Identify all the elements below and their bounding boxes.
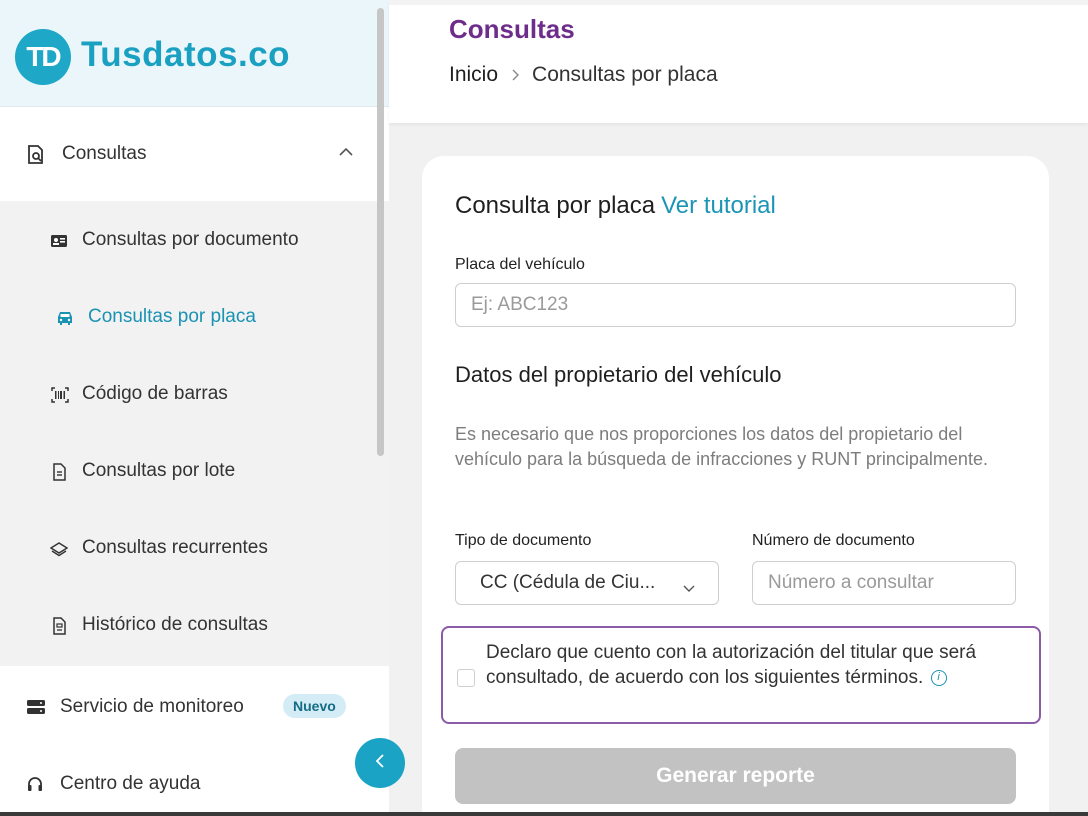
- sidebar-item-label: Consultas por placa: [88, 306, 256, 327]
- doc-number-input[interactable]: Número a consultar: [752, 561, 1016, 605]
- sidebar-item-label: Código de barras: [82, 383, 228, 404]
- new-badge: Nuevo: [283, 694, 346, 718]
- sidebar-item-historico[interactable]: Histórico de consultas: [0, 605, 389, 649]
- doc-number-label: Número de documento: [752, 532, 915, 549]
- consent-text-wrapper: Declaro que cuento con la autorización d…: [486, 640, 1026, 690]
- sidebar-item-label: Histórico de consultas: [82, 614, 268, 635]
- breadcrumb-current: Consultas por placa: [532, 63, 718, 86]
- layers-icon: [49, 540, 69, 558]
- id-card-icon: [50, 232, 68, 250]
- sidebar-group-consultas[interactable]: Consultas: [0, 107, 389, 201]
- sidebar-item-label: Centro de ayuda: [60, 773, 201, 794]
- sidebar-item-consultas-documento[interactable]: Consultas por documento: [0, 220, 389, 264]
- chevron-right-icon: [510, 68, 520, 82]
- owner-description: Es necesario que nos proporciones los da…: [455, 424, 988, 469]
- sidebar-item-consultas-placa[interactable]: Consultas por placa: [0, 297, 389, 341]
- sidebar-group-label: Consultas: [62, 143, 147, 164]
- sidebar-submenu: Consultas por documento Consultas por pl…: [0, 201, 389, 666]
- sidebar-item-label: Consultas recurrentes: [82, 537, 268, 558]
- document-icon: [50, 463, 68, 481]
- sidebar-item-label: Consultas por lote: [82, 460, 236, 481]
- sidebar-item-codigo-barras[interactable]: Código de barras: [0, 374, 389, 418]
- doc-type-select[interactable]: CC (Cédula de Ciu...: [455, 561, 719, 605]
- sidebar-item-consultas-lote[interactable]: Consultas por lote: [0, 451, 389, 495]
- plate-input[interactable]: Ej: ABC123: [455, 283, 1016, 327]
- history-document-icon: [50, 617, 68, 635]
- brand-name[interactable]: Tusdatos.co: [81, 35, 290, 75]
- sidebar-item-centro-ayuda[interactable]: Centro de ayuda: [0, 763, 389, 807]
- sidebar-item-consultas-recurrentes[interactable]: Consultas recurrentes: [0, 528, 389, 572]
- logo-icon[interactable]: TD: [15, 29, 71, 85]
- chevron-down-icon: [682, 577, 696, 599]
- form-title: Consulta por placa: [455, 192, 656, 219]
- card-title: Consulta por placa Ver tutorial: [455, 192, 776, 220]
- page-header: Consultas Inicio Consultas por placa: [389, 0, 1088, 123]
- consent-box: Declaro que cuento con la autorización d…: [441, 626, 1041, 724]
- barcode-icon: [50, 386, 69, 404]
- logo-area: TD Tusdatos.co: [0, 0, 389, 107]
- breadcrumb: Inicio Consultas por placa: [449, 63, 718, 87]
- doc-type-value: CC (Cédula de Ciu...: [480, 572, 656, 593]
- chevron-up-icon[interactable]: [338, 145, 354, 163]
- tutorial-link[interactable]: Ver tutorial: [661, 192, 776, 219]
- info-icon[interactable]: i: [930, 669, 947, 686]
- breadcrumb-home-link[interactable]: Inicio: [449, 63, 498, 87]
- consent-checkbox[interactable]: [457, 669, 475, 687]
- headset-icon: [26, 775, 44, 798]
- generate-report-button[interactable]: Generar reporte: [455, 748, 1016, 804]
- collapse-sidebar-button[interactable]: [355, 738, 405, 788]
- page-title: Consultas: [449, 14, 575, 44]
- consent-text: Declaro que cuento con la autorización d…: [486, 642, 977, 688]
- sidebar-item-monitoreo[interactable]: Servicio de monitoreo Nuevo: [0, 686, 389, 730]
- header-top-line: [389, 0, 1088, 5]
- plate-query-card: Consulta por placa Ver tutorial Placa del…: [422, 156, 1049, 816]
- server-icon: [26, 698, 46, 721]
- doc-type-label: Tipo de documento: [455, 532, 592, 549]
- chevron-left-icon: [373, 752, 387, 775]
- search-document-icon: [27, 145, 45, 170]
- sidebar-item-label: Servicio de monitoreo: [60, 696, 244, 717]
- car-icon: [55, 309, 73, 327]
- sidebar-scrollbar[interactable]: [377, 8, 384, 456]
- owner-section-title: Datos del propietario del vehículo: [455, 362, 782, 387]
- sidebar: TD Tusdatos.co Consultas Consultas por d…: [0, 0, 389, 816]
- window-bottom-edge: [0, 812, 1088, 816]
- plate-label: Placa del vehículo: [455, 256, 585, 273]
- sidebar-item-label: Consultas por documento: [82, 229, 299, 250]
